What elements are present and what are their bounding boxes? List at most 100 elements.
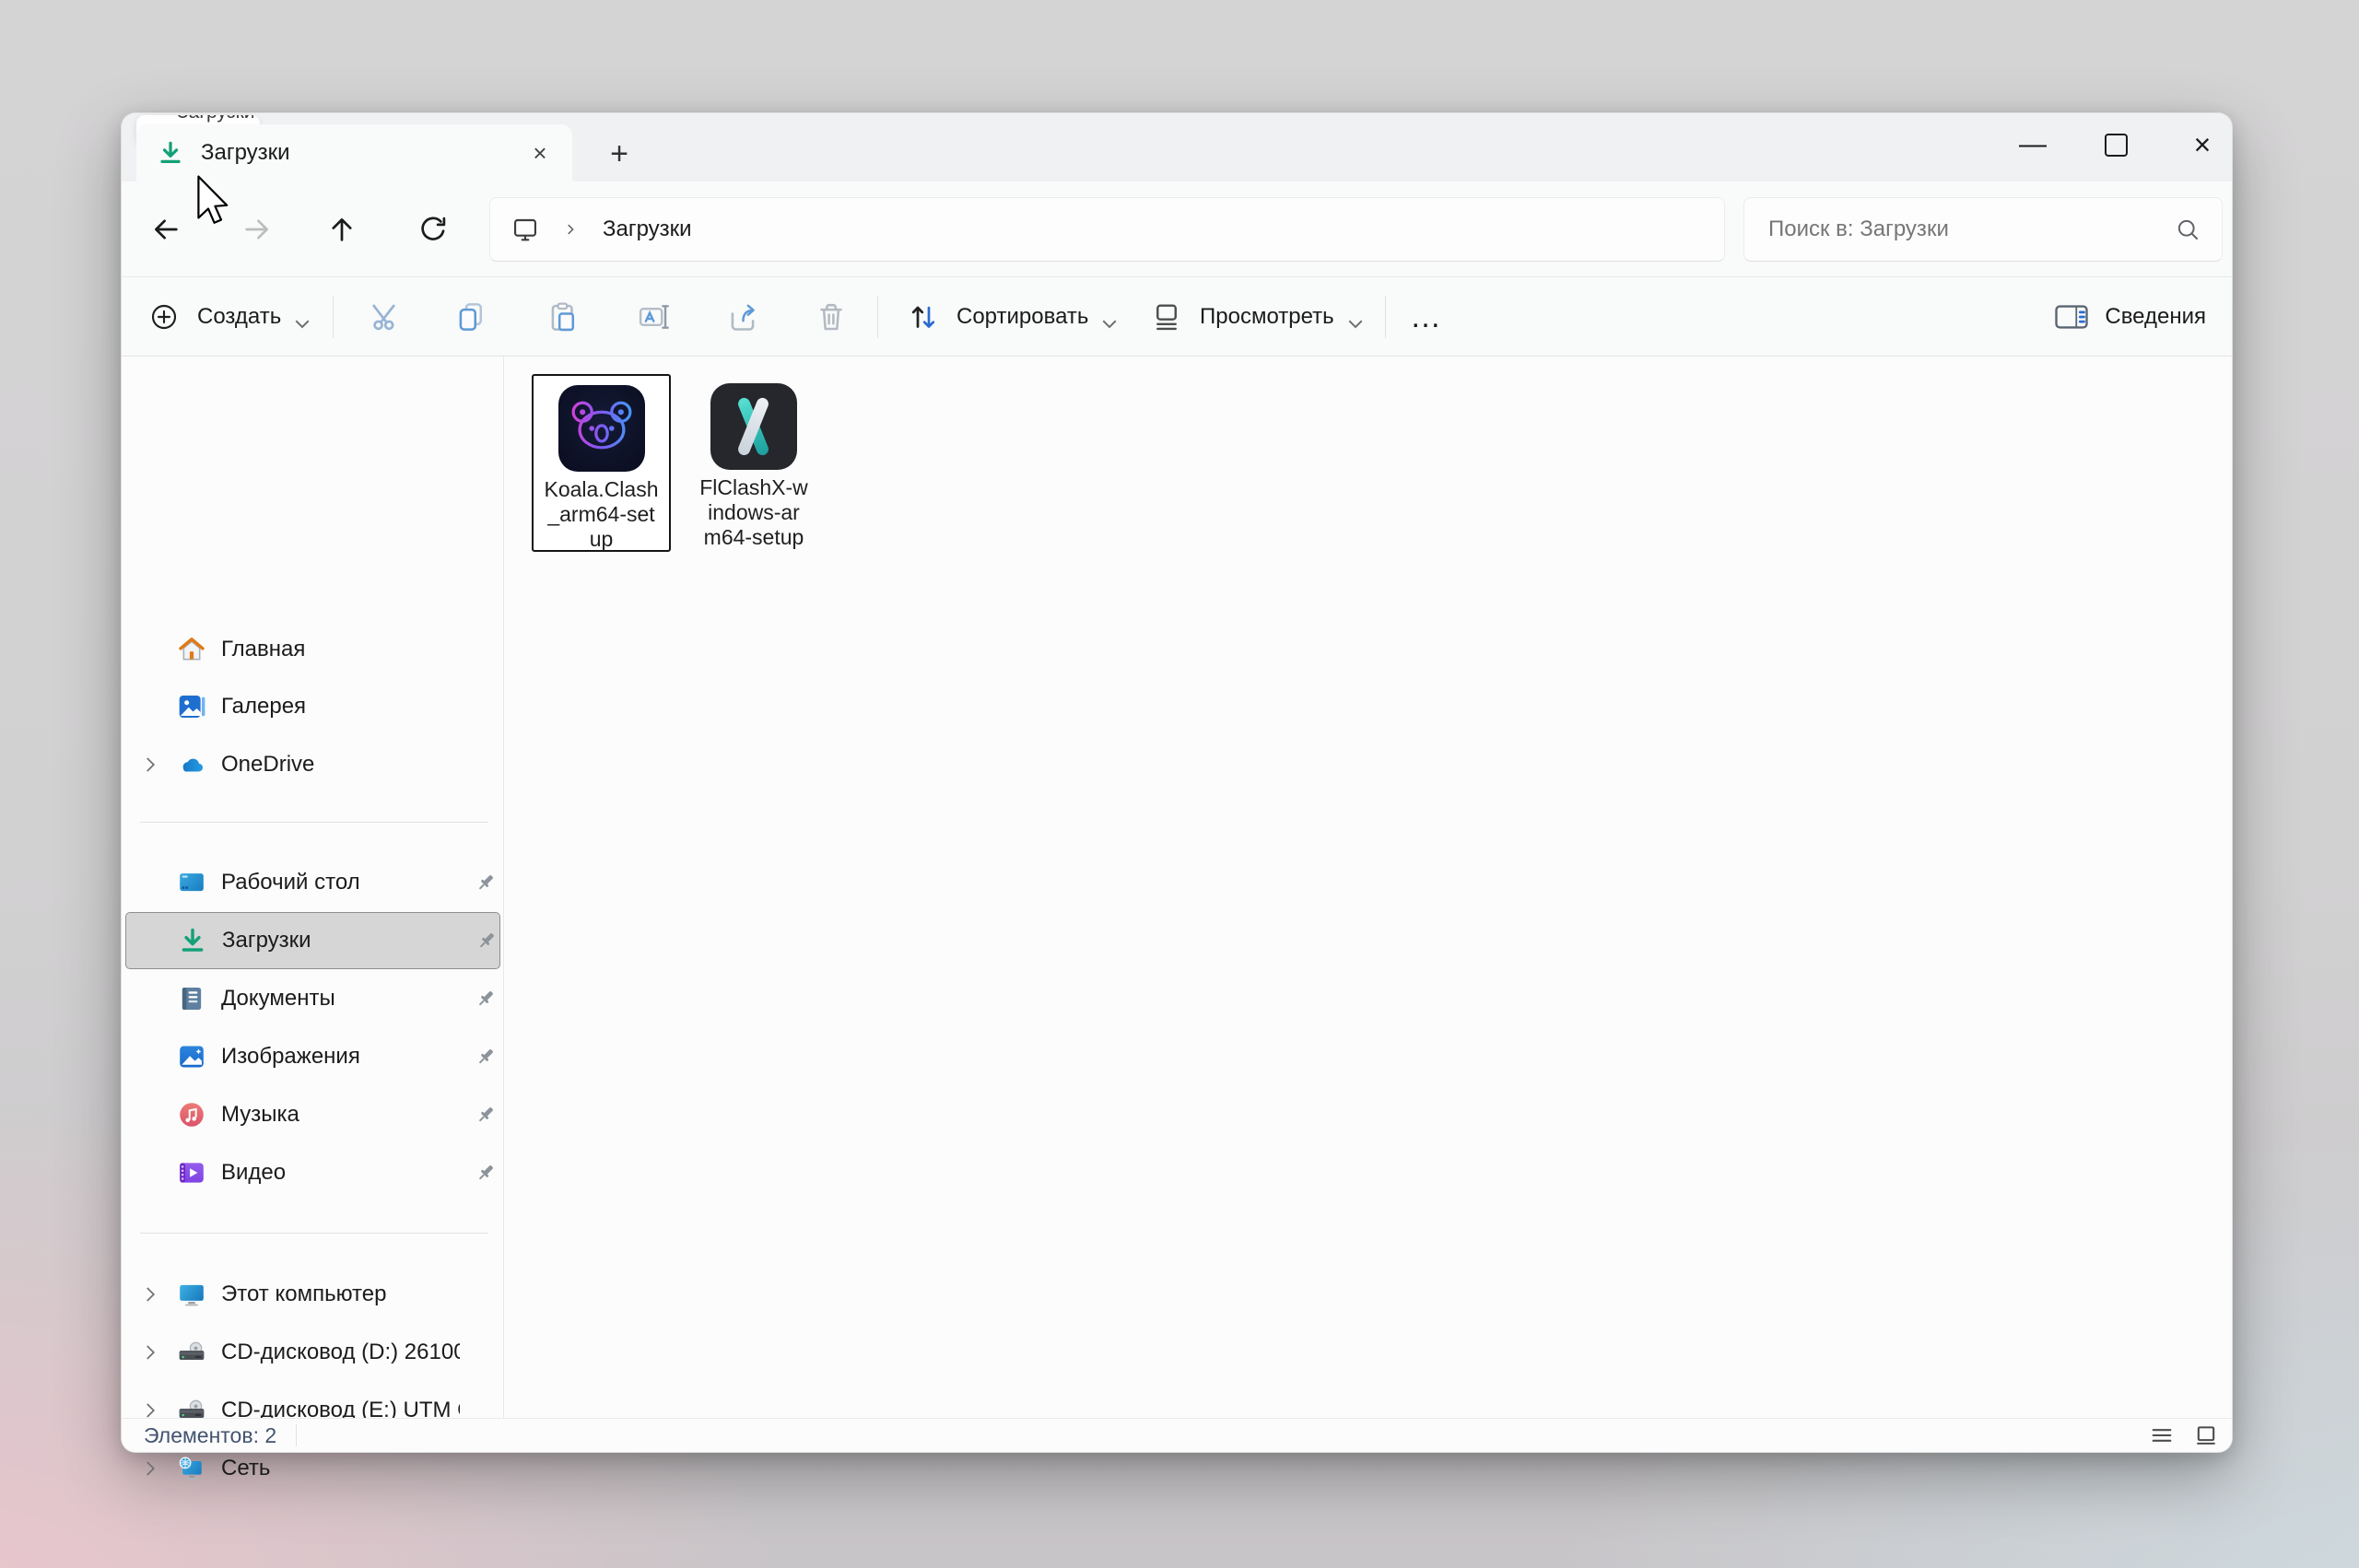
details-pane-icon [2051,297,2092,337]
tab-close-button[interactable]: × [524,137,556,169]
sidebar-item-this-pc[interactable]: Этот компьютер [125,1267,500,1322]
copy-icon [451,297,491,337]
large-icons-view-toggle[interactable] [2193,1422,2219,1448]
download-icon [178,926,207,955]
plus-circle-icon [144,297,184,337]
tab-downloads[interactable]: Загрузки × [136,124,572,181]
back-arrow-icon [150,214,182,245]
view-button[interactable]: Просмотреть [1146,277,1366,356]
address-bar[interactable]: Загрузки [489,197,1725,262]
download-icon [157,139,184,167]
refresh-icon [417,214,449,245]
view-icon [1146,297,1187,337]
network-icon [177,1454,206,1483]
create-label: Создать [197,304,281,330]
breadcrumb-location[interactable]: Загрузки [603,216,692,242]
search-input[interactable] [1766,216,2174,243]
desktop-icon [177,868,206,897]
details-label: Сведения [2105,304,2206,330]
sidebar-item-label: Видео [221,1160,460,1186]
cut-button[interactable] [366,277,406,356]
videos-icon [177,1158,206,1188]
sidebar-item-onedrive[interactable]: OneDrive [125,737,500,792]
breadcrumb-chevron-icon [562,221,579,238]
toolbar-divider [333,296,334,338]
sidebar-separator [140,822,488,823]
create-button[interactable]: Создать [144,277,312,356]
items-count: Элементов: 2 [144,1423,276,1448]
maximize-button[interactable] [2086,119,2145,170]
flclashx-app-icon [710,383,797,470]
sort-button[interactable]: Сортировать [903,277,1120,356]
sidebar-item-label: Этот компьютер [221,1281,460,1307]
search-box[interactable] [1743,197,2223,262]
sidebar-item-home[interactable]: Главная [125,622,500,677]
view-label: Просмотреть [1200,304,1334,330]
share-button[interactable] [722,277,763,356]
music-icon [177,1100,206,1129]
delete-button[interactable] [811,277,851,356]
expand-chevron-icon[interactable] [138,1282,162,1306]
paste-button[interactable] [543,277,583,356]
chevron-down-icon [294,310,312,323]
sidebar-item-label: OneDrive [221,752,460,778]
file-koala-clash-setup[interactable]: Koala.Clash _arm64-set up [532,374,671,552]
sidebar-item-desktop[interactable]: Рабочий стол [125,855,500,910]
sidebar-item-pictures[interactable]: Изображения [125,1029,500,1084]
tab-strip: Загрузки Загрузки × + — × [122,113,2232,181]
toolbar-divider [1385,296,1386,338]
cd-drive-icon [177,1338,206,1367]
file-flclashx-setup[interactable]: FlClashX-w indows-ar m64-setup [681,374,827,548]
minimize-button[interactable]: — [2003,119,2062,170]
toolbar-divider [877,296,878,338]
details-view-toggle[interactable] [2149,1422,2175,1448]
status-divider [296,1424,297,1446]
pin-icon [474,1045,498,1069]
paste-icon [543,297,583,337]
forward-button[interactable] [233,205,281,253]
file-name-line: m64-setup [681,525,827,550]
navigation-pane: Главная Галерея OneDrive [122,357,504,1418]
ellipsis-icon: … [1410,298,1443,335]
maximize-icon [2105,134,2128,157]
sort-label: Сортировать [957,304,1088,330]
sidebar-item-label: Галерея [221,694,460,720]
expand-chevron-icon[interactable] [138,1457,162,1480]
sidebar-item-label: CD-дисковод (D:) 26100.4349 [221,1340,460,1365]
rename-button[interactable] [634,277,675,356]
pin-icon [474,871,498,895]
sidebar-item-label: Рабочий стол [221,870,460,895]
home-icon [177,635,206,664]
expand-chevron-icon[interactable] [138,1340,162,1364]
file-list-area[interactable]: Koala.Clash _arm64-set up FlClashX-w ind… [505,357,2232,1418]
refresh-button[interactable] [409,205,457,253]
sidebar-item-music[interactable]: Музыка [125,1087,500,1142]
up-button[interactable] [318,205,366,253]
close-button[interactable]: × [2173,119,2232,170]
file-explorer-window: Загрузки Загрузки × + — × [121,112,2233,1453]
sidebar-item-cd-drive-d[interactable]: CD-дисковод (D:) 26100.4349 [125,1325,500,1380]
copy-button[interactable] [451,277,491,356]
tab-tooltip-text: Загрузки [177,115,255,123]
back-button[interactable] [142,205,190,253]
details-pane-button[interactable]: Сведения [2051,277,2206,356]
sidebar-item-downloads[interactable]: Загрузки [125,912,500,969]
chevron-down-icon [1347,310,1366,323]
more-options-button[interactable]: … [1410,277,1443,356]
sidebar-item-documents[interactable]: Документы [125,971,500,1026]
command-toolbar: Создать [122,277,2232,357]
sidebar-item-videos[interactable]: Видео [125,1145,500,1200]
sidebar-separator [140,1233,488,1234]
navigation-bar: Загрузки [122,181,2232,277]
documents-icon [177,984,206,1013]
this-pc-icon[interactable] [511,215,540,244]
trash-icon [811,297,851,337]
expand-chevron-icon[interactable] [138,753,162,777]
file-name-line: up [534,527,669,552]
sidebar-item-gallery[interactable]: Галерея [125,679,500,734]
sidebar-item-label: Сеть [221,1456,460,1481]
new-tab-button[interactable]: + [599,134,640,174]
chevron-down-icon [1101,310,1120,323]
search-icon[interactable] [2174,216,2201,243]
sidebar-item-label: Главная [221,637,460,662]
